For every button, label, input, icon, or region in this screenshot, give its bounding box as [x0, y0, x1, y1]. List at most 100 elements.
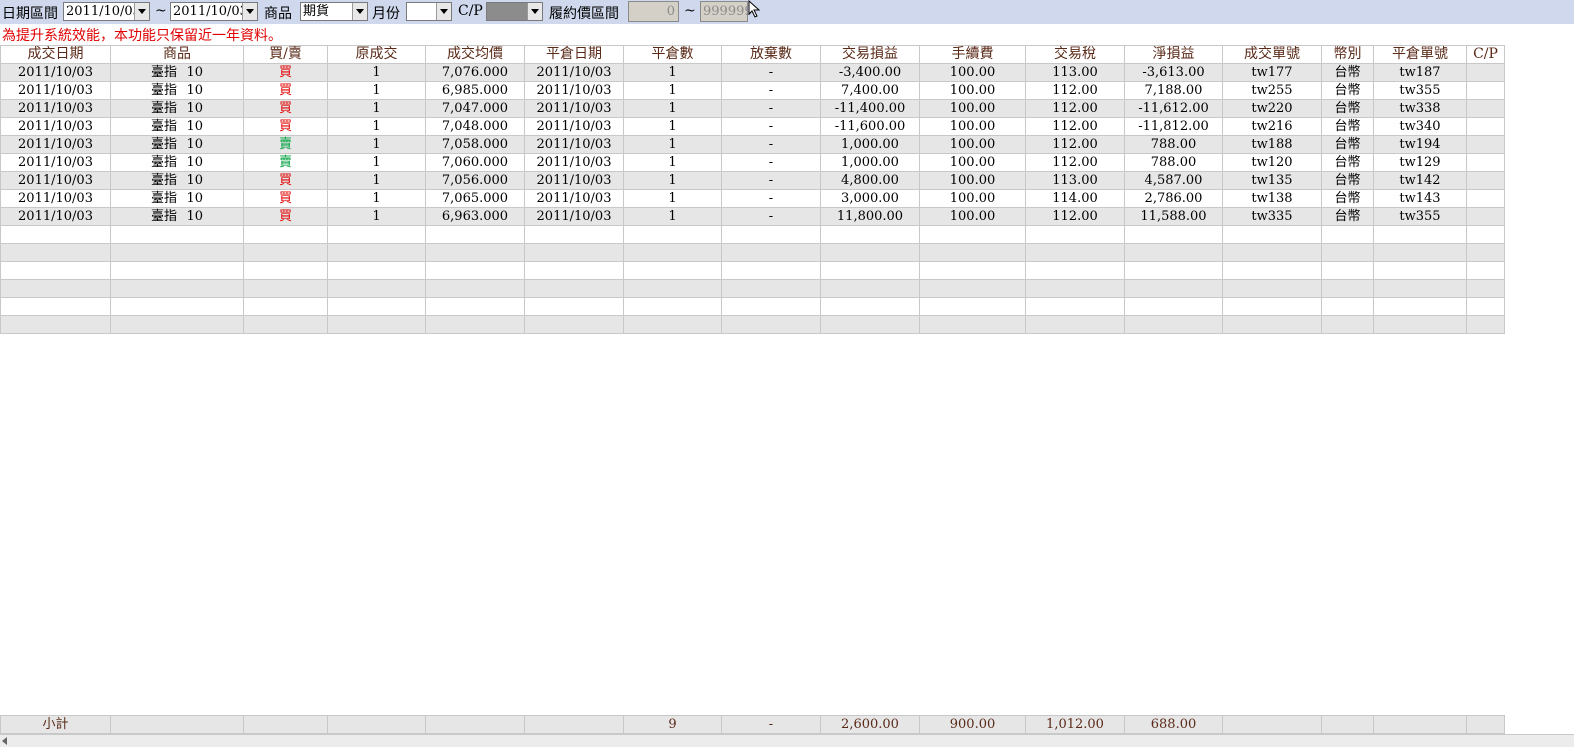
table-row[interactable]: 2011/10/03 臺指 10 買 1 7,047.000 2011/10/03 1- -11…: [0, 99, 1505, 118]
trade-table: 成交日期 商品 買/賣 原成交 成交均價 平倉日期 平倉數 放棄數 交易損益 手…: [0, 45, 1505, 334]
cell-abandon-qty: -: [721, 117, 821, 136]
product-dropdown[interactable]: 期貨: [300, 2, 368, 21]
product-month: 10: [186, 65, 203, 80]
empty-table-row[interactable]: [0, 315, 1505, 334]
cell-side: 買: [243, 63, 328, 82]
retention-notice: 為提升系統效能，本功能只保留近一年資料。: [2, 28, 282, 44]
empty-table-row[interactable]: [0, 225, 1505, 244]
col-header-close-no[interactable]: 平倉單號: [1373, 45, 1467, 64]
table-row[interactable]: 2011/10/03 臺指 10 買 1 6,985.000 2011/10/03 1-7,4…: [0, 81, 1505, 100]
cell-net-pl: 4,587.00: [1124, 171, 1223, 190]
cell-close-date: 2011/10/03: [524, 153, 624, 172]
cell-currency: 台幣: [1321, 63, 1374, 82]
strike-to-input[interactable]: 999999: [700, 1, 753, 22]
scroll-left-icon[interactable]: [2, 737, 7, 745]
col-header-tax[interactable]: 交易稅: [1025, 45, 1125, 64]
table-row[interactable]: 2011/10/03 臺指 10 買 1 7,056.000 2011/10/03 1-4,8…: [0, 171, 1505, 190]
col-header-side[interactable]: 買/賣: [243, 45, 328, 64]
table-row[interactable]: 2011/10/03 臺指 10 買 1 7,076.000 2011/10/03 1- -3,…: [0, 63, 1505, 82]
col-header-trade-date[interactable]: 成交日期: [0, 45, 111, 64]
subtotal-abandon: -: [721, 715, 821, 734]
cp-dropdown[interactable]: [486, 2, 543, 21]
product-name: 臺指: [150, 65, 177, 80]
cell-fee: 100.00: [919, 81, 1026, 100]
table-row[interactable]: 2011/10/03 臺指 10 買 1 7,048.000 2011/10/03 1- -11…: [0, 117, 1505, 136]
cell-fee: 100.00: [919, 99, 1026, 118]
chevron-down-icon[interactable]: [134, 3, 149, 20]
col-header-close-date[interactable]: 平倉日期: [524, 45, 624, 64]
chevron-down-icon[interactable]: [436, 3, 451, 20]
cell-orig-qty: 1: [327, 135, 426, 154]
cell-net-pl: 788.00: [1124, 153, 1223, 172]
col-header-trade-pl[interactable]: 交易損益: [820, 45, 920, 64]
col-header-net-pl[interactable]: 淨損益: [1124, 45, 1223, 64]
col-header-avg-price[interactable]: 成交均價: [425, 45, 525, 64]
cell-fee: 100.00: [919, 63, 1026, 82]
cell-trade-pl: 1,000.00: [820, 135, 920, 154]
cell-trade-date: 2011/10/03: [0, 135, 111, 154]
cell-product: 臺指 10: [110, 171, 244, 190]
cell-trade-pl: -3,400.00: [820, 63, 920, 82]
col-header-fee[interactable]: 手續費: [919, 45, 1026, 64]
cell-trade-pl: 4,800.00: [820, 171, 920, 190]
cell-side: 買: [243, 189, 328, 208]
col-header-product[interactable]: 商品: [110, 45, 244, 64]
cell-trade-date: 2011/10/03: [0, 81, 111, 100]
cell-orig-qty: 1: [327, 99, 426, 118]
cell-orig-qty: 1: [327, 171, 426, 190]
cell-side: 買: [243, 81, 328, 100]
subtotal-table: 小計 9 - 2,600.00 900.00 1,012.00 688.00: [0, 715, 1505, 734]
product-month: 10: [186, 173, 203, 188]
col-header-currency[interactable]: 幣別: [1321, 45, 1374, 64]
strike-from-input[interactable]: 0: [628, 1, 679, 22]
cell-cp: [1466, 99, 1505, 118]
horizontal-scrollbar[interactable]: [0, 734, 1574, 747]
cell-currency: 台幣: [1321, 153, 1374, 172]
product-label: 商品: [264, 6, 292, 22]
cell-close-no: tw143: [1373, 189, 1467, 208]
cell-order-no: tw255: [1222, 81, 1322, 100]
chevron-down-icon[interactable]: [352, 3, 367, 20]
date-to-dropdown[interactable]: 2011/10/03: [170, 2, 258, 21]
cell-close-date: 2011/10/03: [524, 117, 624, 136]
table-row[interactable]: 2011/10/03 臺指 10 買 1 6,963.000 2011/10/03 1-11,…: [0, 207, 1505, 226]
col-header-order-no[interactable]: 成交單號: [1222, 45, 1322, 64]
col-header-abandon-qty[interactable]: 放棄數: [721, 45, 821, 64]
cell-close-qty: 1: [623, 135, 722, 154]
col-header-close-qty[interactable]: 平倉數: [623, 45, 722, 64]
cell-currency: 台幣: [1321, 81, 1374, 100]
cell-trade-pl: 11,800.00: [820, 207, 920, 226]
cell-product: 臺指 10: [110, 153, 244, 172]
cell-tax: 113.00: [1025, 171, 1125, 190]
date-from-dropdown[interactable]: 2011/10/03: [63, 2, 150, 21]
table-row[interactable]: 2011/10/03 臺指 10 買 1 7,065.000 2011/10/03 1-3,0…: [0, 189, 1505, 208]
table-row[interactable]: 2011/10/03 臺指 10 賣 1 7,058.000 2011/10/03 1-1,0…: [0, 135, 1505, 154]
cell-cp: [1466, 207, 1505, 226]
cell-order-no: tw188: [1222, 135, 1322, 154]
product-value: 期貨: [303, 4, 330, 19]
chevron-down-icon[interactable]: [242, 3, 257, 20]
cell-cp: [1466, 171, 1505, 190]
cell-close-no: tw129: [1373, 153, 1467, 172]
cell-close-qty: 1: [623, 117, 722, 136]
product-name: 臺指: [150, 119, 177, 134]
cell-net-pl: -11,812.00: [1124, 117, 1223, 136]
col-header-cp[interactable]: C/P: [1466, 45, 1505, 64]
empty-table-row[interactable]: [0, 279, 1505, 298]
cell-orig-qty: 1: [327, 81, 426, 100]
cell-order-no: tw216: [1222, 117, 1322, 136]
empty-table-row[interactable]: [0, 243, 1505, 262]
table-row[interactable]: 2011/10/03 臺指 10 賣 1 7,060.000 2011/10/03 1-1,0…: [0, 153, 1505, 172]
cell-abandon-qty: -: [721, 189, 821, 208]
empty-table-row[interactable]: [0, 297, 1505, 316]
cell-fee: 100.00: [919, 207, 1026, 226]
table-body: 2011/10/03 臺指 10 買 1 7,076.000 2011/10/03 1- -3,…: [0, 63, 1505, 334]
cell-trade-date: 2011/10/03: [0, 207, 111, 226]
empty-table-row[interactable]: [0, 261, 1505, 280]
cell-trade-date: 2011/10/03: [0, 99, 111, 118]
cell-fee: 100.00: [919, 189, 1026, 208]
month-dropdown[interactable]: [406, 2, 452, 21]
col-header-orig-qty[interactable]: 原成交: [327, 45, 426, 64]
subtotal-close-qty: 9: [623, 715, 722, 734]
chevron-down-icon[interactable]: [527, 3, 542, 20]
